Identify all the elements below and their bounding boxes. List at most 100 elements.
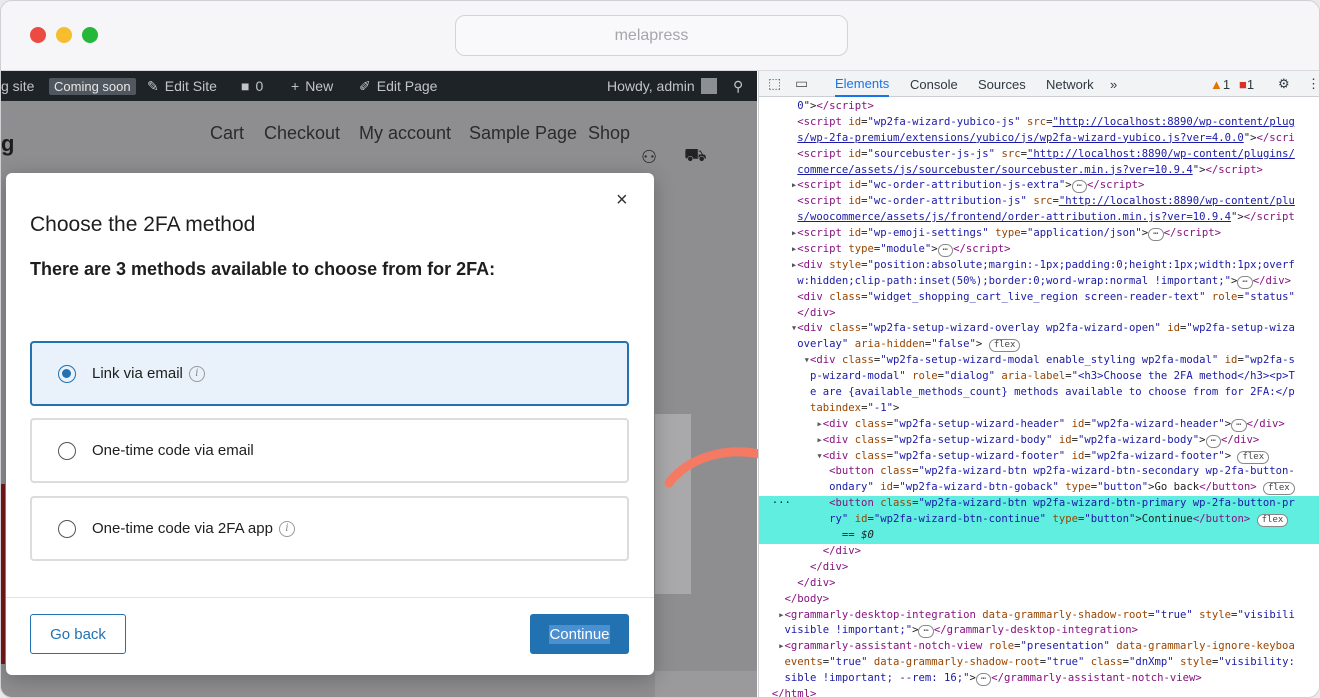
errors-count[interactable]: ■ 1 <box>1239 71 1254 97</box>
avatar <box>700 78 717 94</box>
close-window-button[interactable] <box>30 27 46 43</box>
dom-line[interactable]: ▸<script type="module"> ⋯ </script> <box>759 242 1319 258</box>
radio-button[interactable] <box>58 519 76 538</box>
dom-line[interactable]: overlay" aria-hidden="false"> flex <box>759 337 1319 353</box>
info-icon[interactable]: i <box>188 365 205 382</box>
go-back-button[interactable]: Go back <box>30 614 126 654</box>
edit-page-link[interactable]: ✐ Edit Page <box>359 71 437 101</box>
dom-line[interactable]: sible !important; --rem: 16;"> ⋯ </grammar… <box>759 671 1319 687</box>
dom-line[interactable]: ▸<grammarly-assistant-notch-view role="p… <box>759 639 1319 655</box>
edit-page-label: Edit Page <box>376 78 438 94</box>
new-link[interactable]: + New <box>291 71 333 101</box>
dom-line[interactable]: </html> <box>759 687 1319 697</box>
dom-line[interactable]: ▸<script id="wp-emoji-settings" type="ap… <box>759 226 1319 242</box>
warnings-count[interactable]: ▲ 1 <box>1210 71 1230 97</box>
dom-line-selected[interactable]: == $0 <box>759 528 1319 544</box>
option-one-time-code-email[interactable]: One-time code via email <box>30 418 629 483</box>
edit-site-link[interactable]: ✎ Edit Site <box>147 71 217 101</box>
errors-number: 1 <box>1246 76 1255 92</box>
dom-line-selected[interactable]: ··· <button class="wp2fa-wizard-btn wp2f… <box>759 496 1319 513</box>
radio-button[interactable] <box>58 364 76 383</box>
admin-bar-site[interactable]: g site <box>1 71 34 101</box>
radio-button[interactable] <box>58 441 76 460</box>
close-icon[interactable]: × <box>616 189 628 212</box>
dom-line[interactable]: <div class="widget_shopping_cart_live_re… <box>759 290 1319 306</box>
inspect-element-icon[interactable]: ⬚ <box>768 75 786 91</box>
dom-line[interactable]: tabindex="-1"> <box>759 401 1319 417</box>
dom-line-selected[interactable]: ry" id="wp2fa-wizard-btn-continue" type=… <box>759 512 1319 529</box>
dom-line[interactable]: ▾<div class="wp2fa-setup-wizard-overlay … <box>759 321 1319 337</box>
user-icon[interactable]: ⚇ <box>641 147 657 168</box>
kebab-menu-icon[interactable]: ⋮ <box>1307 71 1319 97</box>
option-link-via-email[interactable]: Link via email i <box>30 341 629 406</box>
dom-line[interactable]: w:hidden;clip-path:inset(50%);border:0;w… <box>759 274 1319 290</box>
dom-line[interactable]: ondary" id="wp2fa-wizard-btn-goback" typ… <box>759 480 1319 496</box>
dom-line[interactable]: <script id="wp2fa-wizard-yubico-js" src=… <box>759 115 1319 131</box>
dom-line[interactable]: <script id="sourcebuster-js-js" src="htt… <box>759 147 1319 163</box>
dom-line[interactable]: events="true" data-grammarly-shadow-root… <box>759 655 1319 671</box>
coming-soon-label: Coming soon <box>49 77 136 95</box>
background-panel <box>655 671 757 697</box>
option-label: One-time code via 2FA app <box>92 520 273 537</box>
howdy-account-menu[interactable]: Howdy, admin <box>607 71 717 101</box>
option-label: Link via email <box>92 365 183 382</box>
nav-sample-page[interactable]: Sample Page <box>469 123 577 144</box>
dom-line[interactable]: ▸<div class="wp2fa-setup-wizard-header" … <box>759 417 1319 433</box>
nav-my-account[interactable]: My account <box>359 123 451 144</box>
dom-line[interactable]: s/wp-2fa-premium/extensions/yubico/js/wp… <box>759 131 1319 147</box>
site-logo[interactable]: g <box>1 131 14 157</box>
comments-count: 0 <box>255 78 264 94</box>
dom-line[interactable]: p-wizard-modal" role="dialog" aria-label… <box>759 369 1319 385</box>
dom-line[interactable]: </div> <box>759 544 1319 560</box>
option-label: One-time code via email <box>92 442 254 459</box>
dom-line[interactable]: </body> <box>759 592 1319 608</box>
footer-divider <box>6 597 654 598</box>
dom-line[interactable]: ▸<div class="wp2fa-setup-wizard-body" id… <box>759 433 1319 449</box>
continue-label: Continue <box>549 624 610 644</box>
dom-line[interactable]: ▸<grammarly-desktop-integration data-gra… <box>759 608 1319 624</box>
dom-line[interactable]: ▾<div class="wp2fa-setup-wizard-footer" … <box>759 449 1319 465</box>
option-one-time-code-app[interactable]: One-time code via 2FA app i <box>30 496 629 561</box>
cart-icon[interactable]: ⛟ <box>684 145 707 169</box>
more-tabs-icon[interactable]: » <box>1110 71 1117 97</box>
continue-button[interactable]: Continue <box>530 614 629 654</box>
dom-tree: 0"></script> <script id="wp2fa-wizard-yu… <box>759 99 1319 697</box>
coming-soon-badge[interactable]: Coming soon <box>49 71 136 101</box>
error-icon: ■ <box>1239 76 1247 92</box>
tab-sources[interactable]: Sources <box>978 71 1026 97</box>
devtools-panel: ⬚ ▭ Elements Console Sources Network » ▲… <box>758 71 1319 697</box>
maximize-window-button[interactable] <box>82 27 98 43</box>
dom-line[interactable]: ▾<div class="wp2fa-setup-wizard-modal en… <box>759 353 1319 369</box>
dom-line[interactable]: ▸<div style="position:absolute;margin:-1… <box>759 258 1319 274</box>
nav-shop[interactable]: Shop <box>588 123 630 144</box>
nav-cart[interactable]: Cart <box>210 123 244 144</box>
tab-console[interactable]: Console <box>910 71 958 97</box>
tab-network[interactable]: Network <box>1046 71 1094 97</box>
dom-line[interactable]: <button class="wp2fa-wizard-btn wp2fa-wi… <box>759 464 1319 480</box>
howdy-label: Howdy, admin <box>607 78 695 94</box>
dom-line[interactable]: s/woocommerce/assets/js/frontend/order-a… <box>759 210 1319 226</box>
gear-icon[interactable]: ⚙ <box>1278 71 1290 97</box>
dom-line[interactable]: </div> <box>759 576 1319 592</box>
address-bar[interactable]: melapress <box>455 15 848 56</box>
dom-line[interactable]: 0"></script> <box>759 99 1319 115</box>
nav-checkout[interactable]: Checkout <box>264 123 340 144</box>
dom-line[interactable]: visible !important;"> ⋯ </grammarly-deskto… <box>759 623 1319 639</box>
wp-admin-bar: g site Coming soon ✎ Edit Site ■ 0 + New ✐ E… <box>1 71 757 101</box>
tab-elements[interactable]: Elements <box>835 71 890 97</box>
dom-line[interactable]: e are {available_methods_count} methods … <box>759 385 1319 401</box>
dom-line[interactable]: ▸<script id="wc-order-attribution-js-ext… <box>759 178 1319 194</box>
dom-line[interactable]: commerce/assets/js/sourcebuster/sourcebu… <box>759 163 1319 179</box>
new-label: New <box>305 78 334 94</box>
edit-site-label: Edit Site <box>164 78 217 94</box>
dom-line[interactable]: </div> <box>759 560 1319 576</box>
info-icon[interactable]: i <box>278 520 295 537</box>
search-icon[interactable]: ⚲ <box>733 71 743 101</box>
plus-icon: + <box>291 78 300 94</box>
comments-link[interactable]: ■ 0 <box>241 71 263 101</box>
browser-chrome: melapress <box>1 1 1319 71</box>
dom-line[interactable]: <script id="wc-order-attribution-js" src… <box>759 194 1319 210</box>
device-toggle-icon[interactable]: ▭ <box>795 75 813 91</box>
dom-line[interactable]: </div> <box>759 306 1319 322</box>
minimize-window-button[interactable] <box>56 27 72 43</box>
